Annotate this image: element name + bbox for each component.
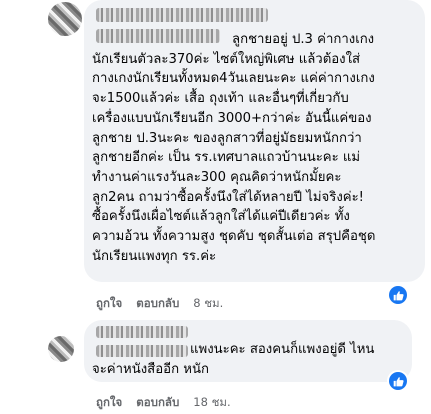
comment-timestamp[interactable]: 8 ชม. bbox=[193, 295, 223, 313]
like-button[interactable]: ถูกใจ bbox=[96, 394, 122, 412]
avatar[interactable] bbox=[48, 336, 74, 362]
like-button[interactable]: ถูกใจ bbox=[96, 295, 122, 313]
comment-actions: ถูกใจ ตอบกลับ 8 ชม. bbox=[96, 295, 223, 313]
redacted-name bbox=[96, 326, 188, 338]
like-thumb-icon[interactable] bbox=[389, 286, 407, 304]
comment-timestamp[interactable]: 18 ชม. bbox=[193, 394, 230, 412]
avatar[interactable] bbox=[48, 2, 82, 36]
comment-text: ลูกชายอยู่ ป.3 ค่ากางเกง นักเรียนตัวละ37… bbox=[92, 32, 376, 264]
comment-actions: ถูกใจ ตอบกลับ 18 ชม. bbox=[96, 394, 231, 412]
comment-text: แพงนะคะ สองคนก็แพงอยู่ดี ไหน จะค่าหนังสื… bbox=[92, 342, 375, 377]
reply-button[interactable]: ตอบกลับ bbox=[136, 295, 179, 313]
redacted-name bbox=[96, 8, 268, 22]
reply-button[interactable]: ตอบกลับ bbox=[136, 394, 179, 412]
like-thumb-icon[interactable] bbox=[389, 372, 407, 390]
